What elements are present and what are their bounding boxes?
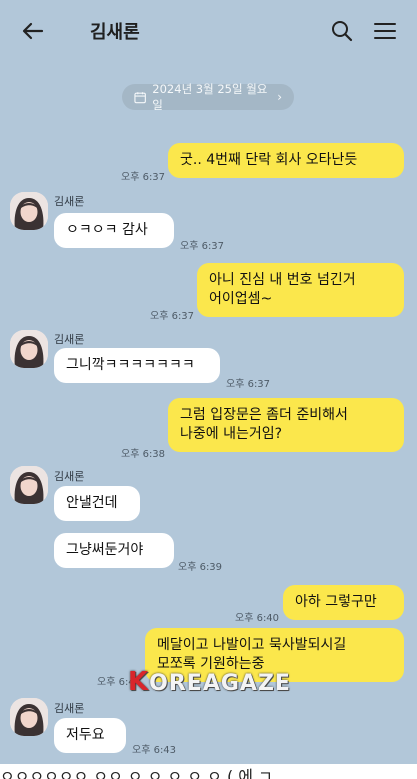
chat-header: 김새론	[0, 0, 417, 60]
sender-name: 김새론	[54, 333, 85, 346]
message-time: 오후 6:37	[150, 311, 195, 322]
sender-avatar[interactable]	[10, 466, 48, 504]
bottom-cropped-text: ㅇㅇㅇㅇㅇㅇ ㅇㅇ ㅇ ㅇ ㅇ ㅇ ㅇ ( 에 ㄱ	[0, 764, 417, 779]
message-time: 오후 6:37	[180, 241, 225, 252]
message-line: 어이업셈~	[209, 291, 273, 307]
message-time: 오후 6:39	[178, 562, 223, 573]
hamburger-menu-icon[interactable]	[372, 19, 398, 43]
message-time: 오후 6:37	[226, 379, 271, 390]
their-message-bubble[interactable]: 안낼건데	[54, 486, 140, 521]
their-message-bubble[interactable]: 저두요	[54, 718, 126, 753]
sender-name: 김새론	[54, 702, 85, 715]
date-divider[interactable]: 2024년 3월 25일 월요일 ›	[122, 82, 294, 112]
message-line: 나중에 내는거임?	[180, 426, 283, 442]
their-message-bubble[interactable]: 그니깍ㅋㅋㅋㅋㅋㅋㅋ	[54, 348, 220, 383]
my-message-bubble[interactable]: 그럼 입장문은 좀더 준비해서 나중에 내는거임?	[168, 398, 404, 452]
calendar-icon	[134, 91, 146, 103]
message-time: 오후 6:40	[235, 613, 280, 624]
their-message-bubble[interactable]: ㅇㅋㅇㅋ 감사	[54, 213, 174, 248]
sender-avatar[interactable]	[10, 330, 48, 368]
my-message-bubble[interactable]: 아하 그렇구만	[283, 585, 404, 620]
message-time: 오후 6:43	[132, 745, 177, 756]
message-time: 오후 6:37	[121, 172, 166, 183]
message-line: 메달이고 나발이고 묵사발되시길	[157, 637, 347, 653]
sender-name: 김새론	[54, 195, 85, 208]
message-time: 오후 6:38	[121, 449, 166, 460]
sender-avatar[interactable]	[10, 192, 48, 230]
sender-name: 김새론	[54, 470, 85, 483]
date-text: 2024년 3월 25일 월요일	[152, 82, 268, 112]
message-line: 아니 진심 내 번호 넘긴거	[209, 272, 356, 288]
watermark-logo: KOREAGAZE	[128, 667, 291, 697]
chat-title: 김새론	[90, 22, 140, 43]
message-line: 그럼 입장문은 좀더 준비해서	[180, 407, 348, 423]
search-icon[interactable]	[330, 19, 354, 43]
sender-avatar[interactable]	[10, 698, 48, 736]
chevron-right-icon: ›	[277, 90, 282, 104]
my-message-bubble[interactable]: 아니 진심 내 번호 넘긴거 어이업셈~	[197, 263, 404, 317]
my-message-bubble[interactable]: 굿.. 4번째 단락 회사 오타난듯	[168, 143, 404, 178]
their-message-bubble[interactable]: 그냥써둔거야	[54, 533, 174, 568]
arrow-left-icon[interactable]	[20, 18, 46, 44]
